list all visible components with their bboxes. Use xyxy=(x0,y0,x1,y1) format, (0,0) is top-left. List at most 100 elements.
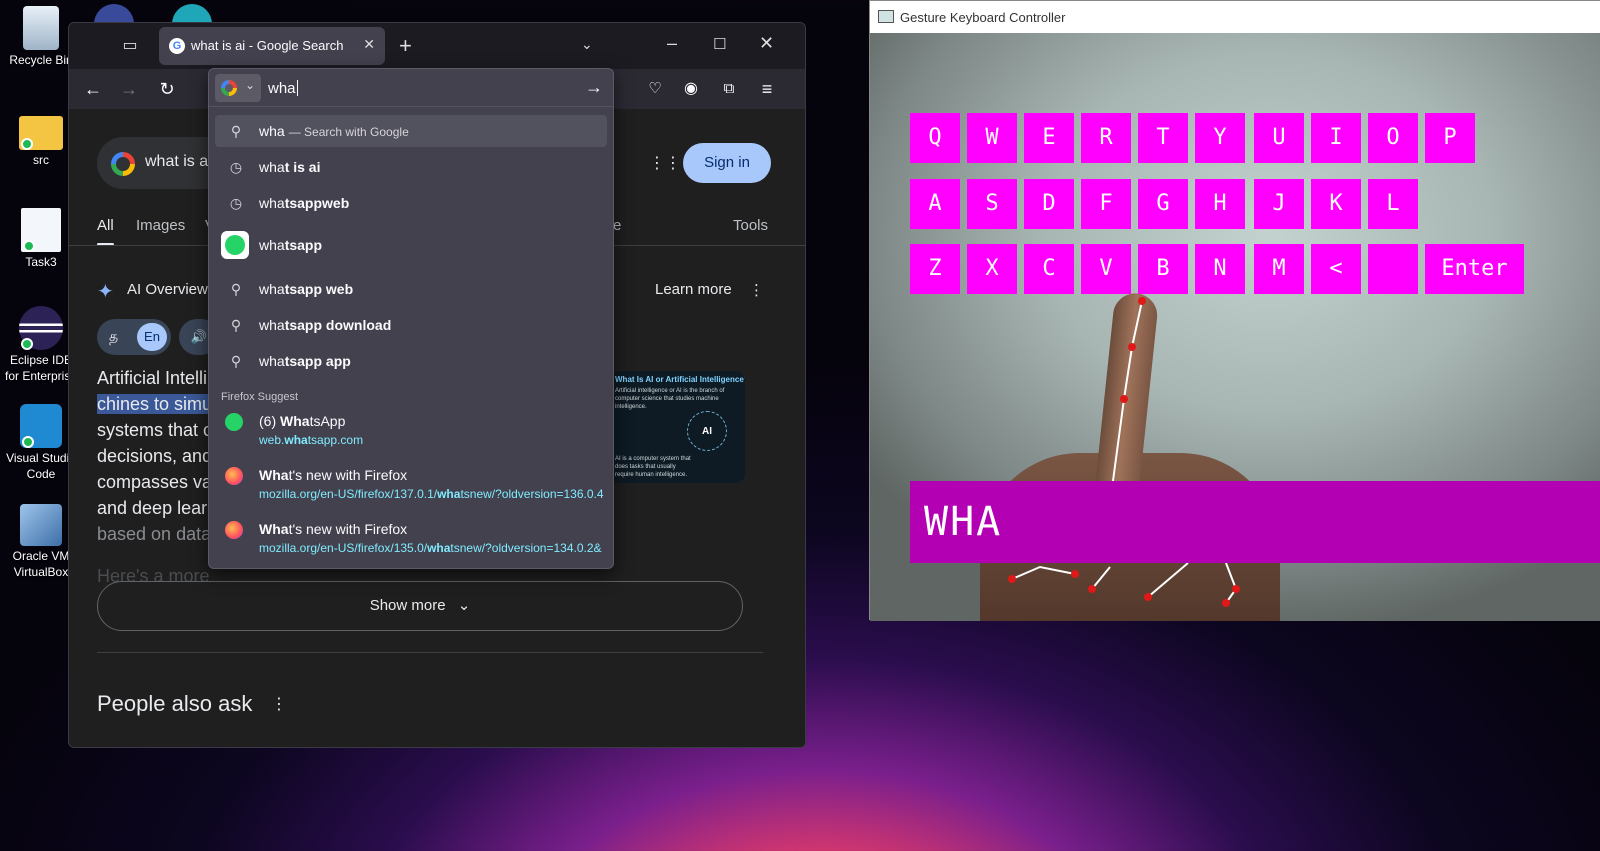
firefox-view-icon[interactable]: ▭ xyxy=(119,35,141,57)
key-f[interactable]: F xyxy=(1081,179,1131,229)
learn-more-link[interactable]: Learn more xyxy=(655,281,732,298)
search-icon: ⚲ xyxy=(230,353,242,369)
key-backspace[interactable]: < xyxy=(1311,244,1361,294)
menu-icon[interactable]: ≡ xyxy=(755,77,779,101)
tab-tools[interactable]: Tools xyxy=(733,217,768,234)
google-favicon-icon: G xyxy=(169,38,185,54)
key-o[interactable]: O xyxy=(1368,113,1418,163)
landmark-point xyxy=(1071,570,1079,578)
suggest-whatsapp-web[interactable]: (6) WhatsApp web.whatsapp.com xyxy=(215,409,607,459)
ring-finger-skeleton xyxy=(1147,562,1189,598)
tab-all[interactable]: All xyxy=(97,217,114,246)
key-s[interactable]: S xyxy=(967,179,1017,229)
suggest-url-post: tsapp.com xyxy=(307,433,364,447)
desktop-icon-virtualbox[interactable]: Oracle VM VirtualBox xyxy=(4,504,78,580)
suggestion-subtext: — Search with Google xyxy=(288,125,409,139)
search-engine-button[interactable]: ⌄ xyxy=(215,74,261,102)
key-p[interactable]: P xyxy=(1425,113,1475,163)
suggest-whats-new-firefox[interactable]: What's new with Firefox mozilla.org/en-U… xyxy=(215,517,607,567)
desktop-icon-eclipse[interactable]: Eclipse IDE for Enterprise xyxy=(4,306,78,384)
desktop-icon-task3[interactable]: Task3 xyxy=(4,208,78,270)
extensions-icon[interactable]: ⧉ xyxy=(717,77,741,101)
suggestion-history[interactable]: ◷ what is ai xyxy=(215,151,607,183)
suggestion-search-with-google[interactable]: ⚲ wha — Search with Google xyxy=(215,115,607,147)
suggest-url-bold: wha xyxy=(437,487,461,501)
key-k[interactable]: K xyxy=(1311,179,1361,229)
go-arrow-icon[interactable]: → xyxy=(585,77,603,98)
key-e[interactable]: E xyxy=(1024,113,1074,163)
sign-in-button[interactable]: Sign in xyxy=(683,143,771,183)
maximize-icon[interactable]: ☐ xyxy=(713,35,726,53)
key-v[interactable]: V xyxy=(1081,244,1131,294)
desktop-icon-src[interactable]: src xyxy=(4,112,78,168)
gesture-window-titlebar[interactable]: Gesture Keyboard Controller xyxy=(870,1,1600,33)
key-b[interactable]: B xyxy=(1138,244,1188,294)
suggestion-search[interactable]: ⚲ whatsapp app xyxy=(215,345,607,377)
suggestion-search[interactable]: ⚲ whatsapp web xyxy=(215,273,607,305)
suggest-whats-new-firefox[interactable]: What's new with Firefox mozilla.org/en-U… xyxy=(215,463,607,513)
key-i[interactable]: I xyxy=(1311,113,1361,163)
key-u[interactable]: U xyxy=(1254,113,1304,163)
more-options-icon[interactable]: ⋮ xyxy=(749,281,764,299)
key-c[interactable]: C xyxy=(1024,244,1074,294)
key-l[interactable]: L xyxy=(1368,179,1418,229)
key-n[interactable]: N xyxy=(1195,244,1245,294)
list-all-tabs-icon[interactable]: ⌄ xyxy=(581,36,593,53)
back-icon[interactable]: ← xyxy=(81,77,105,101)
tab-images[interactable]: Images xyxy=(136,217,185,234)
key-h[interactable]: H xyxy=(1195,179,1245,229)
ai-line-highlighted: chines to simu xyxy=(97,394,213,414)
key-space[interactable] xyxy=(1368,244,1418,294)
key-t[interactable]: T xyxy=(1138,113,1188,163)
suggest-url-pre: mozilla.org/en-US/firefox/135.0/ xyxy=(259,541,428,555)
more-options-icon[interactable]: ⋮ xyxy=(271,694,287,714)
tab-partial-e[interactable]: e xyxy=(613,217,621,234)
account-icon[interactable]: ◉ xyxy=(679,77,703,101)
key-z[interactable]: Z xyxy=(910,244,960,294)
suggestion-history[interactable]: ◷ whatsappweb xyxy=(215,187,607,219)
close-window-icon[interactable]: ✕ xyxy=(759,33,774,54)
close-tab-icon[interactable]: ✕ xyxy=(363,36,375,53)
suggest-url-pre: mozilla.org/en-US/firefox/137.0.1/ xyxy=(259,487,438,501)
reload-icon[interactable]: ↻ xyxy=(155,77,179,101)
desktop-icon-label: Task3 xyxy=(25,255,57,269)
language-toggle[interactable]: த En xyxy=(97,319,171,355)
suggest-url-bold: wha xyxy=(427,541,451,555)
key-w[interactable]: W xyxy=(967,113,1017,163)
desktop-icon-recycle-bin[interactable]: Recycle Bin xyxy=(4,6,78,68)
urlbar-input[interactable]: wha xyxy=(268,80,298,97)
lang-tamil[interactable]: த xyxy=(109,328,118,347)
suggestion-search[interactable]: ⚲ whatsapp download xyxy=(215,309,607,341)
key-j[interactable]: J xyxy=(1254,179,1304,229)
people-also-ask-heading: People also ask xyxy=(97,691,253,716)
key-g[interactable]: G xyxy=(1138,179,1188,229)
thumb-ai-badge: AI xyxy=(687,411,727,451)
forward-icon[interactable]: → xyxy=(117,77,141,101)
urlbar[interactable]: ⌄ wha → xyxy=(209,69,613,107)
lang-english[interactable]: En xyxy=(137,323,167,351)
minimize-icon[interactable]: – xyxy=(667,33,677,54)
urlbar-dropdown: ⌄ wha → ⚲ wha — Search with Google ◷ what… xyxy=(208,68,614,569)
tab-google-search[interactable]: G what is ai - Google Search ✕ xyxy=(159,27,385,65)
show-more-button[interactable]: Show more ⌄ xyxy=(97,581,743,631)
key-r[interactable]: R xyxy=(1081,113,1131,163)
suggestion-typed: wha xyxy=(259,237,285,253)
key-enter[interactable]: Enter xyxy=(1425,244,1524,294)
key-m[interactable]: M xyxy=(1254,244,1304,294)
desktop-icon-vscode[interactable]: Visual Studio Code xyxy=(4,404,78,482)
new-tab-icon[interactable]: + xyxy=(399,33,412,59)
key-x[interactable]: X xyxy=(967,244,1017,294)
key-y[interactable]: Y xyxy=(1195,113,1245,163)
google-apps-icon[interactable]: ⋮⋮ xyxy=(649,153,681,172)
thumb-text: Artificial intelligence or AI is the bra… xyxy=(615,388,725,410)
key-q[interactable]: Q xyxy=(910,113,960,163)
pocket-icon[interactable]: ♡ xyxy=(643,77,667,101)
ai-thumbnail[interactable]: What Is AI or Artificial Intelligence? A… xyxy=(609,371,745,483)
suggest-url-bold: wha xyxy=(284,433,308,447)
key-d[interactable]: D xyxy=(1024,179,1074,229)
gesture-keyboard-window: Gesture Keyboard Controller Q W E R T Y … xyxy=(869,0,1600,621)
desktop-icon-label: Eclipse IDE for Enterprise xyxy=(4,353,78,383)
suggestion-whatsapp[interactable]: whatsapp xyxy=(215,229,607,261)
key-a[interactable]: A xyxy=(910,179,960,229)
suggestion-typed: wha xyxy=(259,317,285,333)
